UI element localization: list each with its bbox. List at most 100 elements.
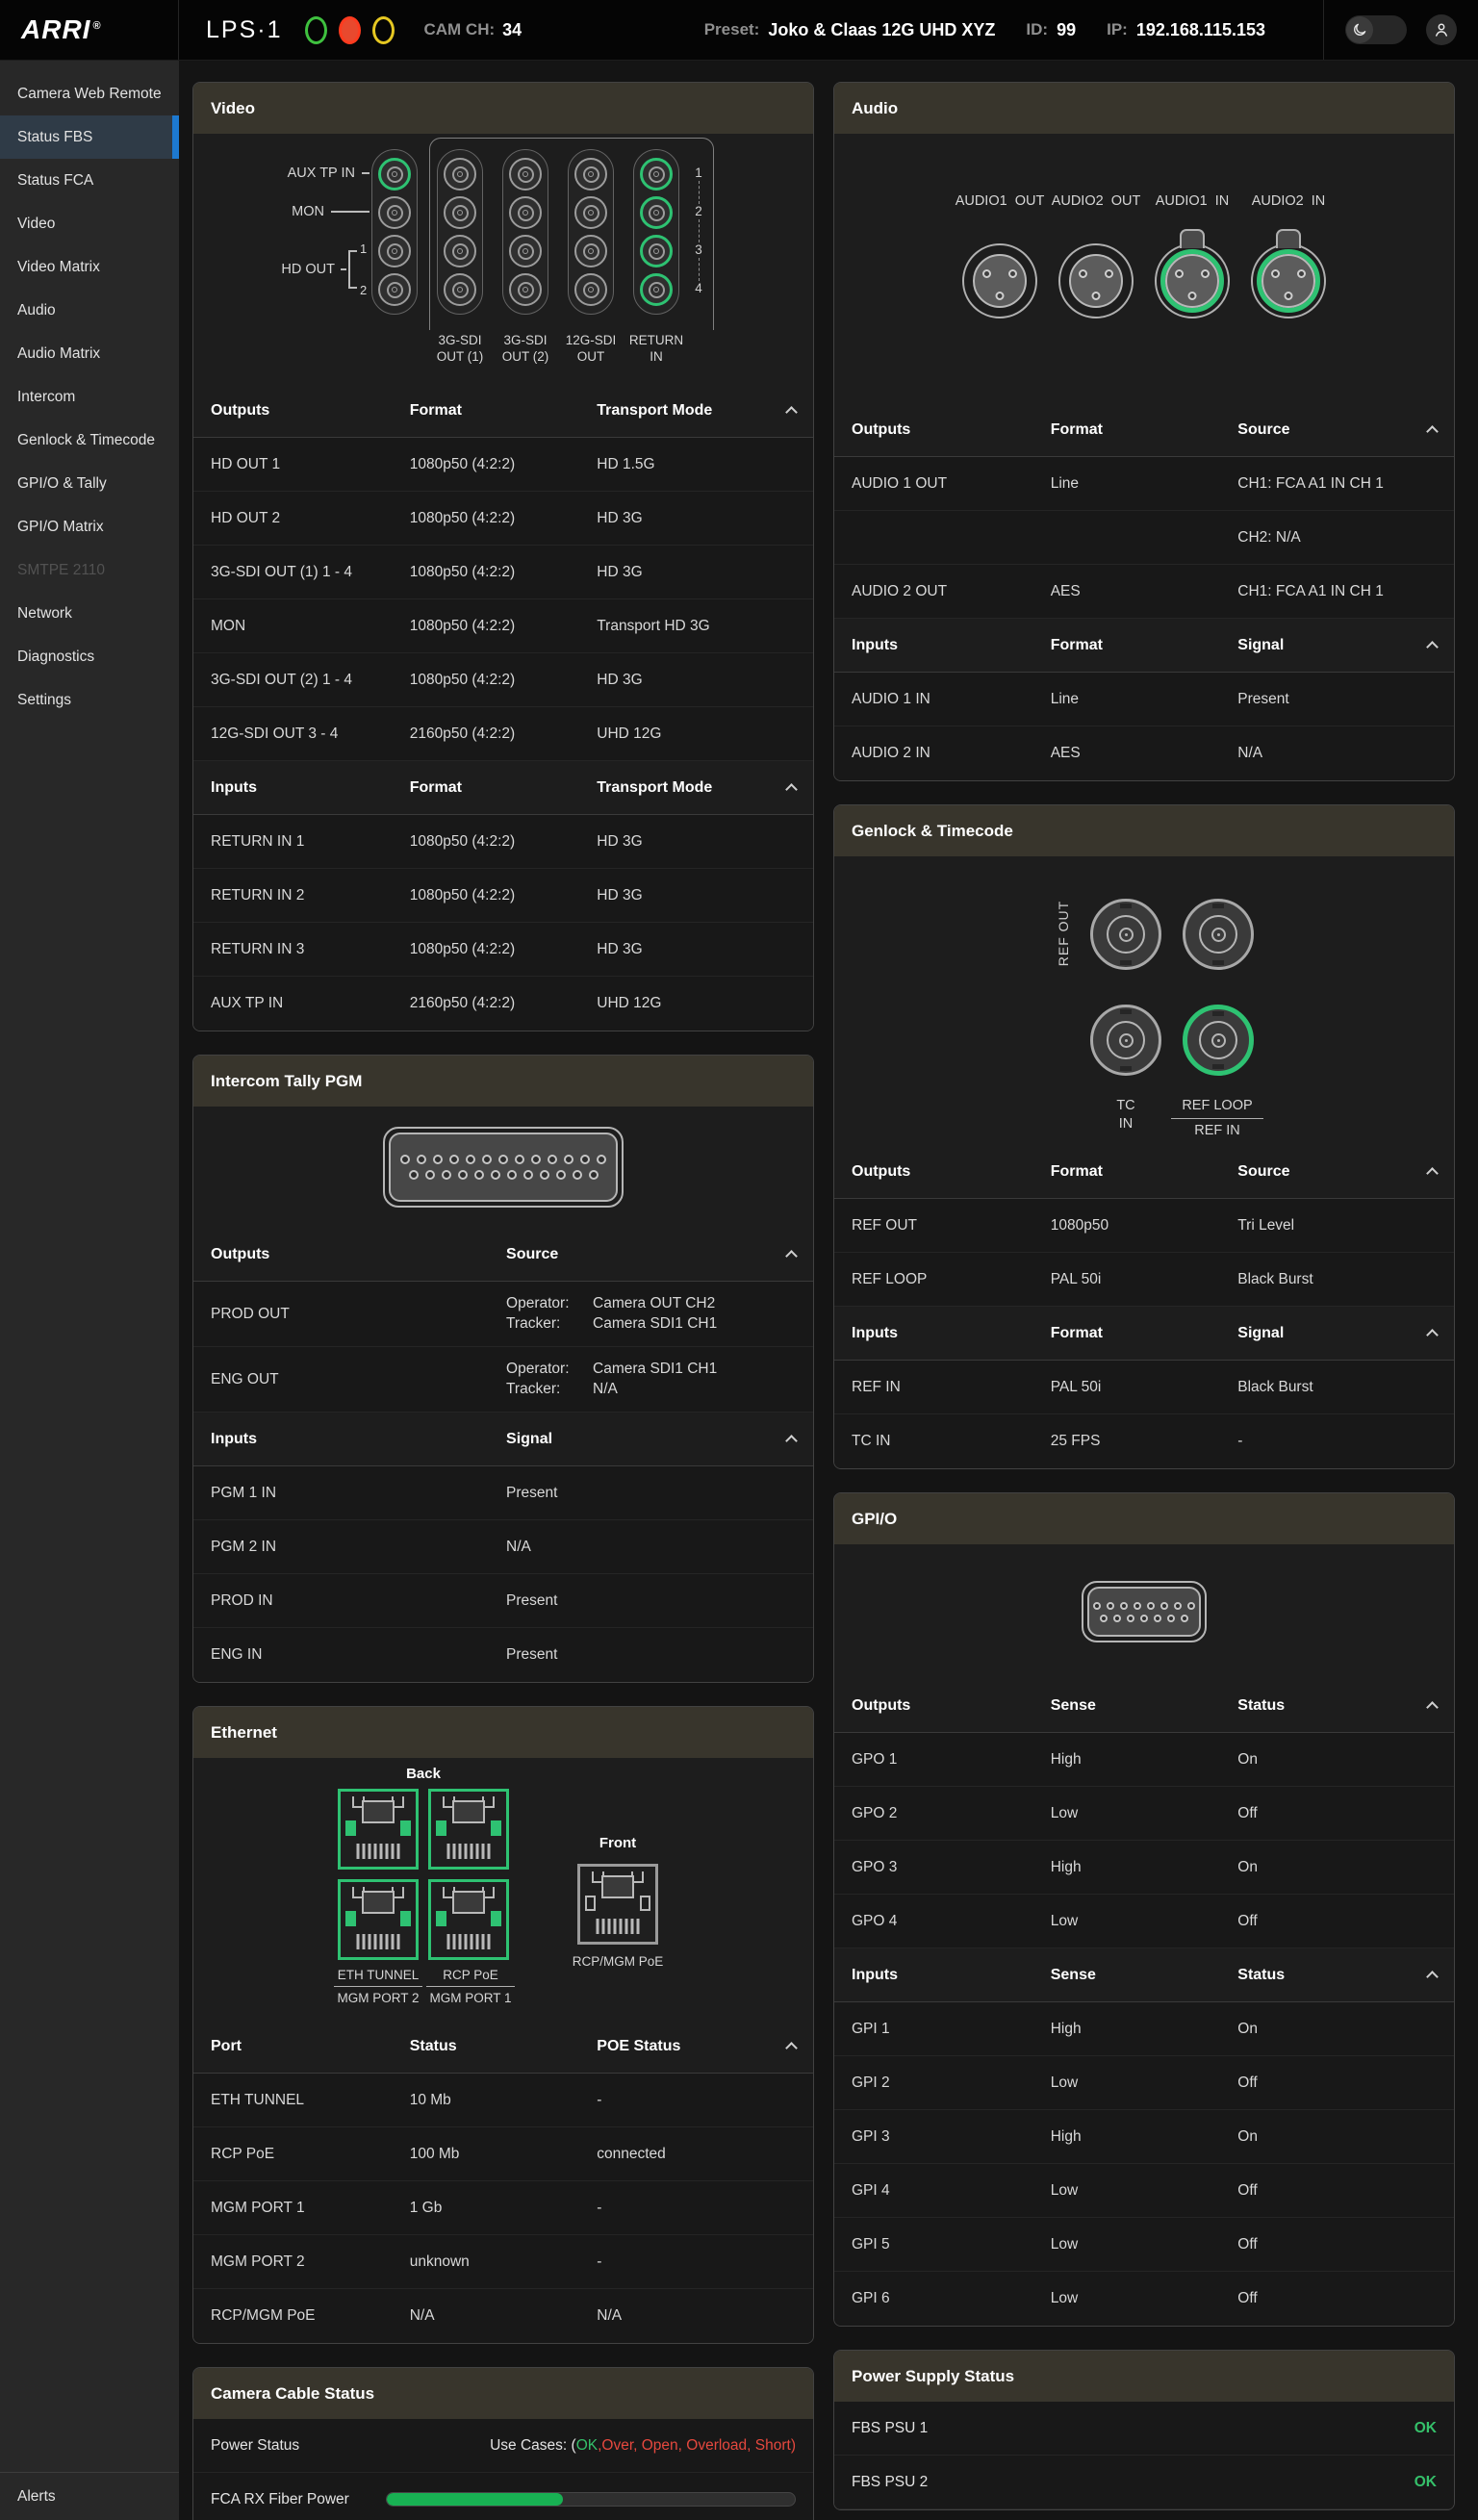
table-row: ENG INPresent xyxy=(193,1628,813,1682)
table-row: GPO 3HighOn xyxy=(834,1841,1454,1895)
preset-info: Preset: Joko & Claas 12G UHD XYZ ID: 99 … xyxy=(704,20,1265,40)
hd-out-bracket: 1 2 xyxy=(348,250,370,289)
port-caption: ETH TUNNELMGM PORT 2 xyxy=(332,1968,424,2005)
video-connector-diagram: AUX TP IN MON HD OUT 1 2 xyxy=(193,134,813,384)
rj45-mgm-port-2-icon xyxy=(338,1879,419,1960)
toggle-knob[interactable] xyxy=(1346,16,1373,43)
rj45-eth-tunnel-icon xyxy=(338,1789,419,1870)
collapse-chevron-icon[interactable] xyxy=(1426,1701,1439,1714)
sidebar-item-status-fca[interactable]: Status FCA xyxy=(0,159,179,202)
table-row: 12G-SDI OUT 3 - 42160p50 (4:2:2)UHD 12G xyxy=(193,707,813,761)
gpio-panel-header: GPI/O xyxy=(834,1493,1454,1544)
table-row: PGM 2 INN/A xyxy=(193,1520,813,1574)
power-supply-status-panel: Power Supply Status FBS PSU 1OK FBS PSU … xyxy=(833,2350,1455,2510)
intercom-panel-header: Intercom Tally PGM xyxy=(193,1056,813,1107)
table-row: RCP PoE100 Mbconnected xyxy=(193,2127,813,2181)
table-row: 3G-SDI OUT (2) 1 - 41080p50 (4:2:2)HD 3G xyxy=(193,653,813,707)
sidebar-item-diagnostics[interactable]: Diagnostics xyxy=(0,635,179,678)
cam-channel: CAM CH: 34 xyxy=(423,20,522,40)
collapse-chevron-icon[interactable] xyxy=(1426,425,1439,438)
sidebar-item-settings[interactable]: Settings xyxy=(0,678,179,722)
table-row: RETURN IN 21080p50 (4:2:2)HD 3G xyxy=(193,869,813,923)
sidebar-item-audio-matrix[interactable]: Audio Matrix xyxy=(0,332,179,375)
sidebar-item-alerts[interactable]: Alerts xyxy=(0,2472,179,2520)
genlock-connector-diagram: REF OUT TCIN REF LOOPREF IN xyxy=(834,856,1454,1145)
brand-logo: ARRI® xyxy=(0,0,179,60)
da15-connector-icon xyxy=(1082,1581,1207,1642)
fca-rx-fiber-power-bar xyxy=(386,2492,796,2507)
dark-mode-toggle[interactable] xyxy=(1345,15,1407,44)
collapse-chevron-icon[interactable] xyxy=(785,1435,798,1447)
bnc-group-12g-sdi-out xyxy=(568,149,614,315)
sidebar-item-video-matrix[interactable]: Video Matrix xyxy=(0,245,179,289)
moon-icon xyxy=(1352,22,1367,38)
collapse-chevron-icon[interactable] xyxy=(785,1250,798,1262)
table-row: MGM PORT 2unknown- xyxy=(193,2235,813,2289)
red-led-icon xyxy=(339,16,361,44)
table-row: GPI 2LowOff xyxy=(834,2056,1454,2110)
camera-cable-panel-header: Camera Cable Status xyxy=(193,2368,813,2419)
intercom-connector-diagram xyxy=(193,1107,813,1228)
collapse-chevron-icon[interactable] xyxy=(785,2042,798,2054)
intercom-inputs-header: InputsSignal xyxy=(193,1413,813,1466)
ethernet-panel: Ethernet Back Front RCP/MGM PoE ETH TUNN… xyxy=(192,1706,814,2344)
sidebar-item-video[interactable]: Video xyxy=(0,202,179,245)
table-row: HD OUT 11080p50 (4:2:2)HD 1.5G xyxy=(193,438,813,492)
audio-panel: Audio AUDIO1OUT AUDIO2OUT AUDIO1IN xyxy=(833,82,1455,781)
front-label: Front xyxy=(559,1835,676,1851)
xlr-audio2-out: AUDIO2OUT xyxy=(1048,193,1144,318)
table-row: AUDIO 2 INAESN/A xyxy=(834,726,1454,780)
user-account-button[interactable] xyxy=(1426,14,1457,45)
panel-title: Power Supply Status xyxy=(852,2367,1014,2386)
ref-loop-caption: REF LOOPREF IN xyxy=(1171,1097,1263,1140)
genlock-outputs-header: OutputsFormatSource xyxy=(834,1145,1454,1199)
table-row: GPO 4LowOff xyxy=(834,1895,1454,1948)
bnc-group-3g-sdi-out-1 xyxy=(437,149,483,315)
xlr-female-green-icon xyxy=(1155,243,1230,318)
collapse-chevron-icon[interactable] xyxy=(785,783,798,796)
video-panel: Video AUX TP IN MON HD OUT 1 2 xyxy=(192,82,814,1031)
table-row: ETH TUNNEL10 Mb- xyxy=(193,2074,813,2127)
collapse-chevron-icon[interactable] xyxy=(1426,1971,1439,1983)
sidebar-item-genlock-timecode[interactable]: Genlock & Timecode xyxy=(0,419,179,462)
model-box: LPS·1 CAM CH: 34 xyxy=(179,16,522,44)
collapse-chevron-icon[interactable] xyxy=(785,406,798,419)
video-outputs-header: OutputsFormatTransport Mode xyxy=(193,384,813,438)
sidebar: Camera Web Remote Status FBS Status FCA … xyxy=(0,61,179,2520)
audio-inputs-header: InputsFormatSignal xyxy=(834,619,1454,673)
status-leds xyxy=(305,16,395,44)
mon-label: MON xyxy=(193,203,370,220)
id-label: ID: xyxy=(1026,20,1048,39)
table-row: GPI 6LowOff xyxy=(834,2272,1454,2326)
sidebar-item-gpio-tally[interactable]: GPI/O & Tally xyxy=(0,462,179,505)
table-row: GPI 4LowOff xyxy=(834,2164,1454,2218)
db25-connector-icon xyxy=(383,1127,624,1208)
table-row: REF LOOPPAL 50iBlack Burst xyxy=(834,1253,1454,1307)
aux-tp-in-label: AUX TP IN xyxy=(193,165,370,182)
power-status-row: Power Status Use Cases: (OK,Over, Open, … xyxy=(193,2419,813,2473)
user-icon xyxy=(1433,21,1450,38)
collapse-chevron-icon[interactable] xyxy=(1426,1329,1439,1341)
table-row: AUDIO 1 OUTLineCH1: FCA A1 IN CH 1 xyxy=(834,457,1454,511)
table-row: REF OUT1080p50Tri Level xyxy=(834,1199,1454,1253)
right-column: Audio AUDIO1OUT AUDIO2OUT AUDIO1IN xyxy=(833,82,1455,2510)
genlock-inputs-header: InputsFormatSignal xyxy=(834,1307,1454,1361)
rj45-rcp-mgm-poe-icon xyxy=(577,1864,658,1945)
xlr-female-green-icon xyxy=(1251,243,1326,318)
sidebar-item-gpio-matrix[interactable]: GPI/O Matrix xyxy=(0,505,179,548)
tc-in-caption: TCIN xyxy=(1083,1097,1169,1133)
sidebar-item-audio[interactable]: Audio xyxy=(0,289,179,332)
sidebar-item-camera-web-remote[interactable]: Camera Web Remote xyxy=(0,72,179,115)
panel-title: Intercom Tally PGM xyxy=(211,1072,362,1091)
table-row: GPO 2LowOff xyxy=(834,1787,1454,1841)
sidebar-item-network[interactable]: Network xyxy=(0,592,179,635)
collapse-chevron-icon[interactable] xyxy=(1426,641,1439,653)
main-content: Video AUX TP IN MON HD OUT 1 2 xyxy=(179,61,1478,2520)
table-row: HD OUT 21080p50 (4:2:2)HD 3G xyxy=(193,492,813,546)
table-row: TC IN25 FPS- xyxy=(834,1414,1454,1468)
id-value: 99 xyxy=(1057,20,1076,40)
collapse-chevron-icon[interactable] xyxy=(1426,1167,1439,1180)
sidebar-item-intercom[interactable]: Intercom xyxy=(0,375,179,419)
xlr-male-icon xyxy=(1058,243,1134,318)
sidebar-item-status-fbs[interactable]: Status FBS xyxy=(0,115,179,159)
